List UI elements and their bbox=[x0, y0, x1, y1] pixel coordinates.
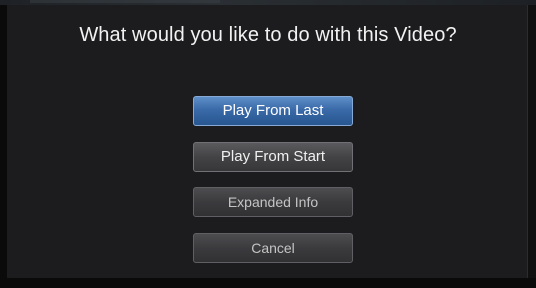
play-from-start-button[interactable]: Play From Start bbox=[193, 142, 353, 172]
right-edge bbox=[527, 5, 536, 288]
dialog-title: What would you like to do with this Vide… bbox=[79, 24, 457, 46]
expanded-info-button[interactable]: Expanded Info bbox=[193, 187, 353, 217]
background-ghost-text bbox=[30, 0, 220, 3]
play-from-last-button[interactable]: Play From Last bbox=[193, 96, 353, 126]
cancel-button[interactable]: Cancel bbox=[193, 233, 353, 263]
video-options-screen: What would you like to do with this Vide… bbox=[0, 0, 536, 288]
bottom-edge bbox=[0, 278, 536, 288]
left-edge bbox=[0, 5, 7, 288]
